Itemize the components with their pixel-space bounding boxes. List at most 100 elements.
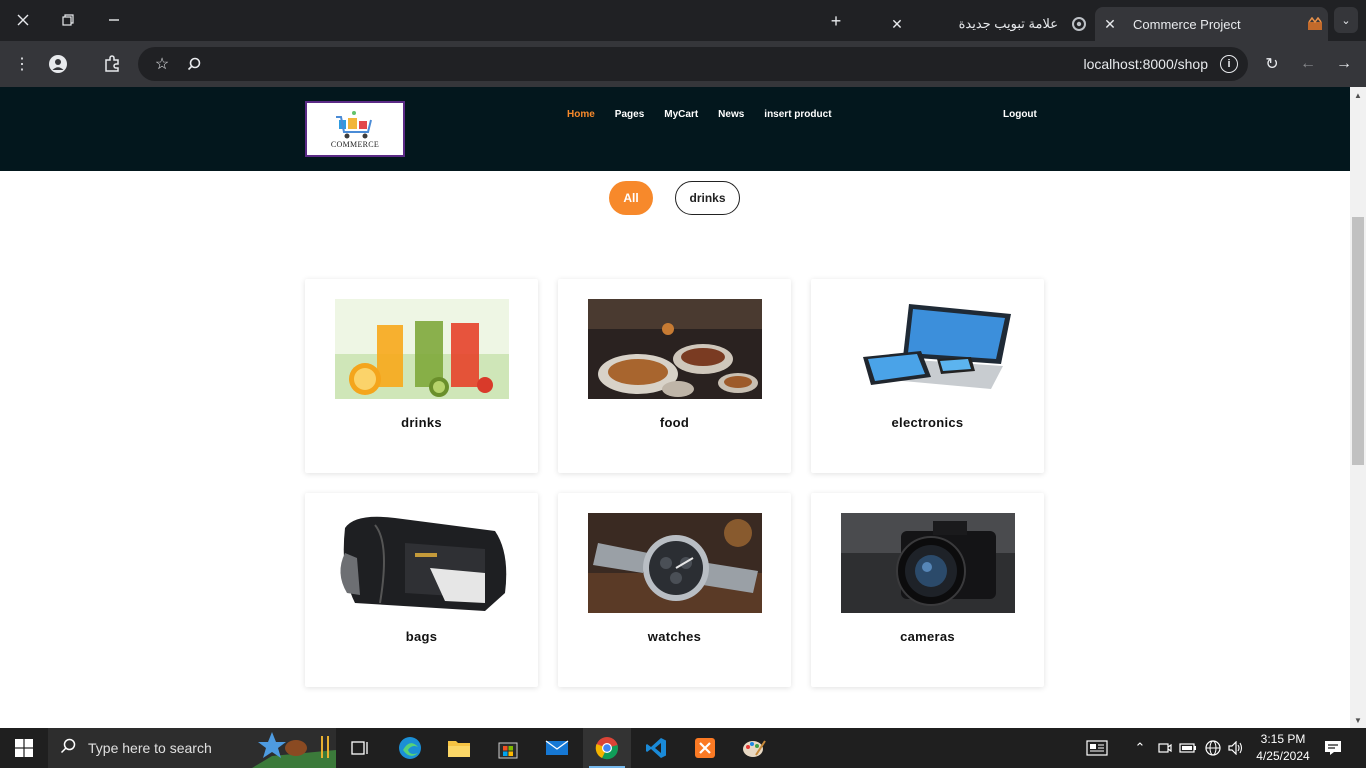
chrome-icon bbox=[595, 737, 618, 760]
task-view-button[interactable] bbox=[336, 728, 384, 768]
chevron-up-icon: ⌃ bbox=[1134, 740, 1146, 755]
restore-window-button[interactable] bbox=[45, 0, 91, 40]
store-app[interactable] bbox=[484, 728, 532, 768]
arrow-left-icon: ← bbox=[1300, 55, 1316, 72]
notification-icon bbox=[1325, 741, 1341, 755]
logout-link[interactable]: Logout bbox=[1003, 109, 1037, 120]
taskbar-clock[interactable]: 3:15 PM 4/25/2024 bbox=[1248, 731, 1318, 765]
mail-icon bbox=[545, 740, 569, 755]
menu-button[interactable]: ⋮ bbox=[8, 50, 36, 78]
filter-drinks-button[interactable]: drinks bbox=[675, 181, 740, 215]
paint-palette-icon bbox=[743, 740, 766, 757]
site-header: COMMERCE Home Pages MyCart News insert p… bbox=[0, 87, 1350, 171]
more-vert-icon: ⋮ bbox=[14, 56, 30, 73]
category-card-food[interactable]: food bbox=[558, 279, 791, 473]
cameras-image bbox=[840, 513, 1015, 613]
clock-date: 4/25/2024 bbox=[1256, 749, 1310, 763]
vscode-icon bbox=[646, 738, 666, 758]
volume-icon[interactable] bbox=[1226, 728, 1248, 768]
search-highlight-icon bbox=[252, 728, 336, 768]
nav-pages[interactable]: Pages bbox=[615, 109, 644, 120]
electronics-image bbox=[840, 299, 1015, 399]
paint-app[interactable] bbox=[730, 728, 778, 768]
profile-icon bbox=[49, 55, 67, 73]
profile-button[interactable] bbox=[44, 50, 72, 78]
minimize-icon bbox=[109, 19, 119, 21]
url-text: localhost:8000/shop bbox=[1083, 56, 1208, 72]
news-widget[interactable] bbox=[1080, 728, 1114, 768]
shopping-cart-logo-icon bbox=[336, 111, 372, 139]
tab-commerce-project[interactable]: ✕ Commerce Project bbox=[1095, 7, 1328, 41]
scrollbar-thumb[interactable] bbox=[1352, 217, 1364, 465]
watches-image bbox=[587, 513, 762, 613]
category-grid: drinks food electronics bags watches cam… bbox=[305, 279, 1045, 687]
main-nav: Home Pages MyCart News insert product bbox=[567, 109, 852, 120]
forward-button[interactable]: → bbox=[1330, 50, 1358, 78]
close-tab-icon[interactable]: ✕ bbox=[1095, 16, 1125, 33]
tab-title: علامة تبويب جديدة bbox=[958, 16, 1058, 31]
page-scrollbar[interactable]: ▲ ▼ bbox=[1350, 87, 1366, 728]
edge-icon bbox=[399, 737, 421, 759]
tab-new-tab[interactable]: ✕ علامة تبويب جديدة bbox=[882, 7, 1092, 41]
vscode-app[interactable] bbox=[632, 728, 680, 768]
clock-time: 3:15 PM bbox=[1260, 732, 1306, 746]
scroll-down-icon[interactable]: ▼ bbox=[1350, 712, 1366, 728]
site-logo[interactable]: COMMERCE bbox=[305, 101, 405, 157]
filter-all-button[interactable]: All bbox=[609, 181, 653, 215]
meet-now-icon[interactable] bbox=[1156, 728, 1174, 768]
extensions-button[interactable] bbox=[98, 50, 126, 78]
browser-tab-bar: + ✕ علامة تبويب جديدة ✕ Commerce Project… bbox=[0, 0, 1366, 41]
chrome-app[interactable] bbox=[583, 728, 631, 768]
chevron-down-icon: ⌄ bbox=[1341, 14, 1351, 27]
bookmark-star-icon[interactable]: ☆ bbox=[148, 50, 176, 78]
close-window-button[interactable] bbox=[0, 0, 46, 40]
battery-icon[interactable] bbox=[1178, 728, 1198, 768]
back-button[interactable]: ← bbox=[1294, 50, 1322, 78]
logo-text: COMMERCE bbox=[330, 140, 380, 149]
taskbar-search[interactable]: Type here to search bbox=[48, 728, 336, 768]
category-card-cameras[interactable]: cameras bbox=[811, 493, 1044, 687]
network-globe-icon[interactable] bbox=[1202, 728, 1224, 768]
file-explorer-app[interactable] bbox=[435, 728, 483, 768]
category-label: food bbox=[659, 415, 690, 430]
restore-icon bbox=[62, 14, 74, 26]
tab-title: Commerce Project bbox=[1133, 16, 1241, 32]
edge-app[interactable] bbox=[386, 728, 434, 768]
news-icon bbox=[1086, 740, 1108, 756]
minimize-window-button[interactable] bbox=[91, 0, 137, 40]
nav-mycart[interactable]: MyCart bbox=[664, 109, 698, 120]
nav-news[interactable]: News bbox=[718, 109, 744, 120]
reload-icon: ↻ bbox=[1265, 56, 1279, 73]
folder-icon bbox=[448, 741, 470, 757]
search-placeholder: Type here to search bbox=[88, 740, 212, 756]
new-tab-button[interactable]: + bbox=[822, 8, 850, 34]
category-label: watches bbox=[647, 629, 702, 644]
close-tab-icon[interactable]: ✕ bbox=[882, 16, 912, 33]
xampp-favicon-icon bbox=[1302, 17, 1328, 31]
xampp-app[interactable] bbox=[681, 728, 729, 768]
category-card-bags[interactable]: bags bbox=[305, 493, 538, 687]
category-label: cameras bbox=[900, 629, 955, 644]
reload-button[interactable]: ↻ bbox=[1258, 50, 1286, 78]
category-label: bags bbox=[405, 629, 438, 644]
mail-app[interactable] bbox=[533, 728, 581, 768]
bags-image bbox=[334, 513, 509, 613]
category-label: electronics bbox=[891, 415, 964, 430]
start-button[interactable] bbox=[0, 728, 48, 768]
drinks-image bbox=[334, 299, 509, 399]
windows-taskbar: Type here to search ⌃ 3:15 PM 4/25/2024 bbox=[0, 728, 1366, 768]
page-viewport: COMMERCE Home Pages MyCart News insert p… bbox=[0, 87, 1350, 728]
category-card-electronics[interactable]: electronics bbox=[811, 279, 1044, 473]
plus-icon: + bbox=[830, 10, 842, 31]
notifications-button[interactable] bbox=[1322, 728, 1344, 768]
address-bar[interactable]: ☆ localhost:8000/shop i bbox=[138, 47, 1248, 81]
nav-insert-product[interactable]: insert product bbox=[764, 109, 831, 120]
category-card-drinks[interactable]: drinks bbox=[305, 279, 538, 473]
scroll-up-icon[interactable]: ▲ bbox=[1350, 87, 1366, 103]
show-hidden-icons-button[interactable]: ⌃ bbox=[1130, 728, 1150, 768]
info-icon[interactable]: i bbox=[1220, 55, 1238, 73]
category-card-watches[interactable]: watches bbox=[558, 493, 791, 687]
browser-toolbar: ⋮ ☆ localhost:8000/shop i ↻ ← → bbox=[0, 41, 1366, 87]
tab-search-button[interactable]: ⌄ bbox=[1334, 7, 1358, 33]
nav-home[interactable]: Home bbox=[567, 109, 595, 120]
